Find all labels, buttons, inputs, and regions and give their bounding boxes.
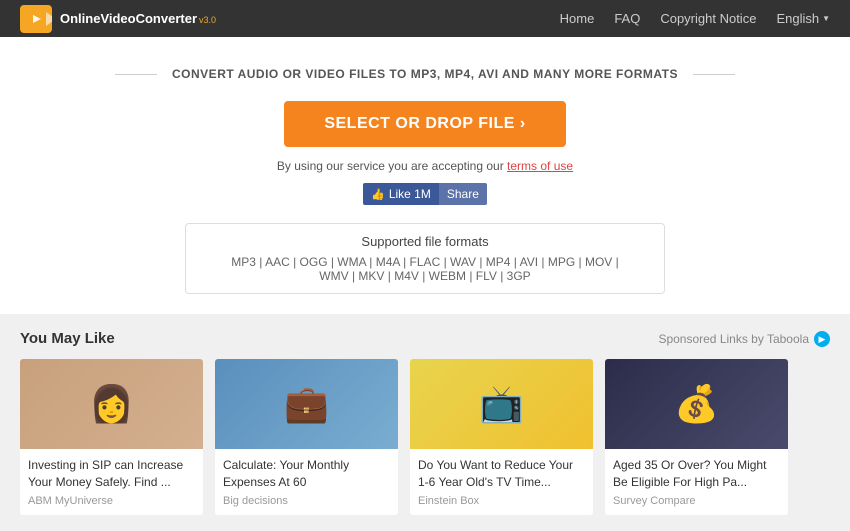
card-source-1: ABM MyUniverse <box>28 495 195 507</box>
card-body-4: Aged 35 Or Over? You Might Be Eligible F… <box>605 449 788 515</box>
rec-title: You May Like <box>20 330 115 347</box>
card-body-2: Calculate: Your Monthly Expenses At 60 B… <box>215 449 398 515</box>
formats-section: Supported file formats MP3 | AAC | OGG |… <box>185 223 665 294</box>
sponsored-label: Sponsored Links by Taboola ▶ <box>658 331 830 347</box>
card-img-1: 👩 <box>20 359 203 449</box>
card-title-4: Aged 35 Or Over? You Might Be Eligible F… <box>613 457 780 491</box>
fb-like-count: Like 1M <box>389 187 431 201</box>
rec-header: You May Like Sponsored Links by Taboola … <box>20 330 830 347</box>
card-source-4: Survey Compare <box>613 495 780 507</box>
convert-label: CONVERT AUDIO OR VIDEO FILES TO MP3, MP4… <box>172 67 678 81</box>
logo-icon <box>20 5 52 33</box>
fb-like-widget: 👍 Like 1M Share <box>363 183 487 205</box>
logo: OnlineVideoConverter v3.0 <box>20 5 216 33</box>
divider-right <box>693 74 735 75</box>
logo-version: v3.0 <box>199 15 216 25</box>
main-nav: Home FAQ Copyright Notice English <box>560 11 830 26</box>
header: OnlineVideoConverter v3.0 Home FAQ Copyr… <box>0 0 850 37</box>
logo-name: OnlineVideoConverter <box>60 11 197 26</box>
nav-copyright[interactable]: Copyright Notice <box>660 11 756 26</box>
card-title-2: Calculate: Your Monthly Expenses At 60 <box>223 457 390 491</box>
card-img-4: 💰 <box>605 359 788 449</box>
card-1[interactable]: 👩 Investing in SIP can Increase Your Mon… <box>20 359 203 515</box>
fb-share-button[interactable]: Share <box>439 183 487 205</box>
fb-like-button[interactable]: 👍 Like 1M <box>363 183 439 205</box>
card-source-2: Big decisions <box>223 495 390 507</box>
recommendations-section: You May Like Sponsored Links by Taboola … <box>0 314 850 531</box>
language-selector[interactable]: English <box>776 11 830 26</box>
card-source-3: Einstein Box <box>418 495 585 507</box>
formats-list: MP3 | AAC | OGG | WMA | M4A | FLAC | WAV… <box>216 255 634 283</box>
select-file-button[interactable]: SELECT OR DROP FILE › <box>284 101 565 147</box>
card-title-1: Investing in SIP can Increase Your Money… <box>28 457 195 491</box>
card-body-1: Investing in SIP can Increase Your Money… <box>20 449 203 515</box>
convert-banner: CONVERT AUDIO OR VIDEO FILES TO MP3, MP4… <box>115 67 735 81</box>
thumbs-up-icon: 👍 <box>371 188 385 201</box>
card-2[interactable]: 💼 Calculate: Your Monthly Expenses At 60… <box>215 359 398 515</box>
sponsored-text: Sponsored Links by Taboola <box>658 332 809 346</box>
card-4[interactable]: 💰 Aged 35 Or Over? You Might Be Eligible… <box>605 359 788 515</box>
taboola-icon: ▶ <box>814 331 830 347</box>
divider-left <box>115 74 157 75</box>
cards-row: 👩 Investing in SIP can Increase Your Mon… <box>20 359 830 515</box>
nav-faq[interactable]: FAQ <box>614 11 640 26</box>
logo-text: OnlineVideoConverter v3.0 <box>60 11 216 26</box>
main-content: CONVERT AUDIO OR VIDEO FILES TO MP3, MP4… <box>0 37 850 314</box>
card-body-3: Do You Want to Reduce Your 1-6 Year Old'… <box>410 449 593 515</box>
terms-text: By using our service you are accepting o… <box>277 159 573 173</box>
card-3[interactable]: 📺 Do You Want to Reduce Your 1-6 Year Ol… <box>410 359 593 515</box>
nav-home[interactable]: Home <box>560 11 595 26</box>
card-img-2: 💼 <box>215 359 398 449</box>
card-img-3: 📺 <box>410 359 593 449</box>
formats-title: Supported file formats <box>216 234 634 249</box>
terms-link[interactable]: terms of use <box>507 159 573 173</box>
card-title-3: Do You Want to Reduce Your 1-6 Year Old'… <box>418 457 585 491</box>
